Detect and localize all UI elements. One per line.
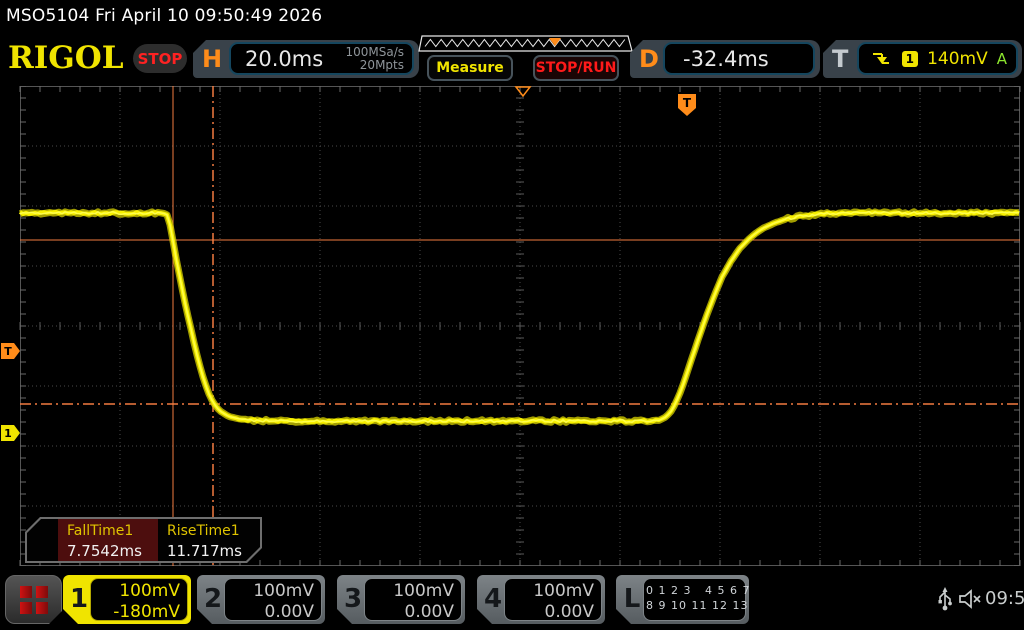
- measurement-risetime[interactable]: RiseTime1 11.717ms: [158, 519, 258, 561]
- timebase-value: 20.0ms: [231, 47, 323, 71]
- channel-scale: 100mV: [393, 581, 454, 602]
- channel-scale: 100mV: [119, 581, 180, 602]
- measurement-value: 7.7542ms: [67, 542, 158, 560]
- delay-label: D: [639, 45, 659, 73]
- muted-speaker-icon: [958, 588, 984, 610]
- horizontal-settings-button[interactable]: H 20.0ms 100MSa/s 20Mpts: [193, 40, 419, 78]
- measurement-falltime[interactable]: FallTime1 7.7542ms: [58, 519, 158, 561]
- oscilloscope-screen: MSO5104 Fri April 10 09:50:49 2026 RIGOL…: [0, 0, 1024, 630]
- channel-offset: 0.00V: [405, 602, 454, 623]
- rigol-logo: RIGOL: [8, 40, 124, 76]
- delay-value: -32.4ms: [665, 47, 769, 71]
- measure-button[interactable]: Measure: [427, 55, 513, 81]
- model-and-datetime: MSO5104 Fri April 10 09:50:49 2026: [6, 6, 322, 26]
- logic-row-1: 0 1 2 3 4 5 6 7: [646, 585, 743, 597]
- measurement-name: FallTime1: [67, 523, 158, 539]
- logic-channels-chip[interactable]: L 0 1 2 3 4 5 6 7 8 9 10 11 12 13 14 15: [616, 575, 749, 624]
- timebase-display: 20.0ms 100MSa/s 20Mpts: [229, 42, 414, 75]
- measurement-results-panel[interactable]: FallTime1 7.7542ms RiseTime1 11.717ms: [25, 517, 262, 563]
- measurement-name: RiseTime1: [167, 523, 258, 539]
- logic-label: L: [622, 584, 642, 614]
- trigger-source-badge: 1: [902, 51, 919, 67]
- channel-number: 2: [203, 584, 223, 614]
- delay-display: -32.4ms: [663, 42, 815, 75]
- stop-run-button[interactable]: STOP/RUN: [533, 55, 619, 81]
- channel-4-chip[interactable]: 4 100mV 0.00V: [477, 575, 605, 624]
- main-menu-button[interactable]: [5, 575, 62, 624]
- channel-2-chip[interactable]: 2 100mV 0.00V: [197, 575, 325, 624]
- channel-offset: 0.00V: [265, 602, 314, 623]
- channel-number: 4: [483, 584, 503, 614]
- acquisition-status-badge: STOP: [133, 44, 187, 73]
- usb-icon: [936, 586, 954, 612]
- svg-text:T: T: [683, 96, 692, 110]
- channel-scale: 100mV: [533, 581, 594, 602]
- trigger-sweep-mode: A: [997, 50, 1016, 68]
- delay-settings-button[interactable]: D -32.4ms: [630, 40, 820, 78]
- measurement-value: 11.717ms: [167, 542, 258, 560]
- channel-offset: -180mV: [113, 602, 180, 623]
- trigger-display: 1 140mV A: [857, 42, 1018, 75]
- trigger-settings-button[interactable]: T 1 140mV A: [823, 40, 1022, 78]
- logic-row-2: 8 9 10 11 12 13 14 15: [646, 600, 743, 612]
- sample-rate: 100MSa/s: [345, 45, 404, 59]
- horizontal-label: H: [202, 45, 222, 73]
- channel-offset: 0.00V: [545, 602, 594, 623]
- menu-grid-icon: [20, 586, 48, 614]
- trigger-label: T: [832, 45, 848, 73]
- waveform-position-indicator[interactable]: [418, 35, 633, 53]
- waveform-display-area[interactable]: T 1 T: [0, 86, 1024, 566]
- trigger-level-value: 140mV: [927, 49, 988, 69]
- channel-scale: 100mV: [253, 581, 314, 602]
- channel-number: 1: [69, 584, 89, 614]
- memory-depth: 20Mpts: [360, 58, 404, 72]
- falling-edge-icon: [871, 50, 891, 67]
- clock: 09:50: [985, 588, 1024, 609]
- channel-3-chip[interactable]: 3 100mV 0.00V: [337, 575, 465, 624]
- svg-text:T: T: [4, 345, 12, 358]
- svg-text:1: 1: [4, 427, 12, 440]
- channel-1-chip[interactable]: 1 100mV -180mV: [63, 575, 191, 624]
- channel-number: 3: [343, 584, 363, 614]
